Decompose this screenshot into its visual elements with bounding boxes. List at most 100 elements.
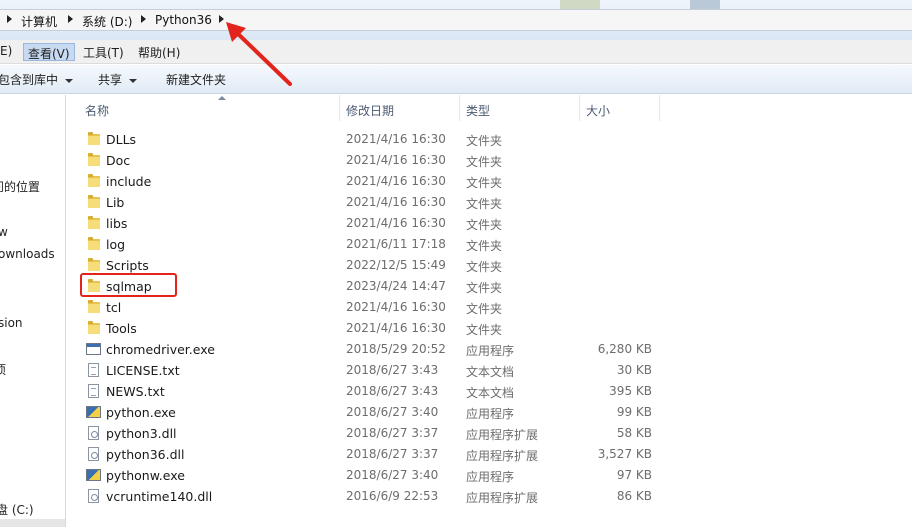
breadcrumb-python36[interactable]: Python36	[155, 13, 212, 27]
nav-item-w[interactable]: w	[0, 225, 8, 239]
file-date: 2021/4/16 16:30	[346, 174, 446, 188]
column-header-type[interactable]: 类型	[460, 95, 580, 121]
file-date: 2021/4/16 16:30	[346, 195, 446, 209]
file-row[interactable]: python.exe 2018/6/27 3:40 应用程序 99 KB	[80, 402, 670, 423]
file-date: 2021/6/11 17:18	[346, 237, 446, 251]
column-header-modified[interactable]: 修改日期	[340, 95, 460, 121]
file-date: 2021/4/16 16:30	[346, 153, 446, 167]
file-name: chromedriver.exe	[106, 342, 215, 357]
file-date: 2023/4/24 14:47	[346, 279, 446, 293]
chevron-right-icon[interactable]	[7, 15, 12, 23]
file-row[interactable]: LICENSE.txt 2018/6/27 3:43 文本文档 30 KB	[80, 360, 670, 381]
background-decoration	[560, 0, 600, 9]
file-size: 6,280 KB	[597, 342, 652, 356]
file-type: 文件夹	[466, 218, 503, 232]
navigation-pane[interactable]: 问的位置 w ownloads sion 项 盘 (C:)	[0, 95, 66, 527]
nav-item-downloads[interactable]: ownloads	[0, 247, 55, 261]
folder-icon	[86, 195, 101, 209]
file-row[interactable]: Tools 2021/4/16 16:30 文件夹	[80, 318, 670, 339]
dll-icon	[86, 489, 101, 503]
file-type: 应用程序扩展	[466, 491, 539, 505]
exe-icon	[86, 342, 101, 356]
file-name: vcruntime140.dll	[106, 489, 213, 504]
file-row[interactable]: chromedriver.exe 2018/5/29 20:52 应用程序 6,280…	[80, 339, 670, 360]
file-row[interactable]: python3.dll 2018/6/27 3:37 应用程序扩展 58 KB	[80, 423, 670, 444]
file-row[interactable]: libs 2021/4/16 16:30 文件夹	[80, 213, 670, 234]
file-date: 2018/6/27 3:37	[346, 447, 439, 461]
menu-edit[interactable]: E)	[0, 43, 16, 61]
sort-ascending-icon	[218, 96, 226, 100]
folder-icon	[86, 321, 101, 335]
background-decoration	[690, 0, 720, 9]
file-row[interactable]: Lib 2021/4/16 16:30 文件夹	[80, 192, 670, 213]
column-header-size[interactable]: 大小	[580, 95, 660, 121]
share-label: 共享	[98, 73, 123, 87]
chevron-down-icon	[129, 78, 138, 83]
file-row[interactable]: log 2021/6/11 17:18 文件夹	[80, 234, 670, 255]
file-row[interactable]: NEWS.txt 2018/6/27 3:43 文本文档 395 KB	[80, 381, 670, 402]
scrollbar[interactable]	[0, 519, 65, 527]
file-size: 3,527 KB	[597, 447, 652, 461]
file-date: 2018/6/27 3:37	[346, 426, 439, 440]
address-bar[interactable]: 计算机 系统 (D:) Python36	[0, 9, 912, 31]
file-row[interactable]: vcruntime140.dll 2016/6/9 22:53 应用程序扩展 86 K…	[80, 486, 670, 507]
file-type: 文件夹	[466, 302, 503, 316]
text-file-icon	[86, 384, 101, 398]
folder-icon	[86, 237, 101, 251]
share-button[interactable]: 共享	[98, 71, 138, 88]
nav-item-recent-places[interactable]: 问的位置	[0, 178, 40, 195]
command-toolbar: 包含到库中 共享 新建文件夹	[0, 65, 912, 94]
nav-item-version[interactable]: sion	[0, 316, 23, 330]
file-row[interactable]: pythonw.exe 2018/6/27 3:40 应用程序 97 KB	[80, 465, 670, 486]
file-type: 文件夹	[466, 197, 503, 211]
text-file-icon	[86, 363, 101, 377]
file-name: python36.dll	[106, 447, 185, 462]
file-list: 名称 修改日期 类型 大小 DLLs 2021/4/16 16:30 文件夹 Doc 2…	[66, 95, 912, 527]
file-type: 应用程序	[466, 344, 515, 358]
file-date: 2018/6/27 3:40	[346, 405, 439, 419]
file-date: 2018/6/27 3:43	[346, 384, 439, 398]
file-row[interactable]: python36.dll 2018/6/27 3:37 应用程序扩展 3,527 KB	[80, 444, 670, 465]
file-date: 2021/4/16 16:30	[346, 132, 446, 146]
folder-icon	[86, 132, 101, 146]
chevron-right-icon[interactable]	[141, 15, 146, 23]
file-row[interactable]: DLLs 2021/4/16 16:30 文件夹	[80, 129, 670, 150]
file-type: 应用程序扩展	[466, 449, 539, 463]
file-type: 文件夹	[466, 260, 503, 274]
breadcrumb-computer[interactable]: 计算机	[21, 13, 57, 30]
file-name: tcl	[106, 300, 122, 315]
file-type: 文本文档	[466, 386, 515, 400]
include-in-library-button[interactable]: 包含到库中	[0, 71, 74, 88]
folder-icon	[86, 174, 101, 188]
file-row[interactable]: include 2021/4/16 16:30 文件夹	[80, 171, 670, 192]
new-folder-button[interactable]: 新建文件夹	[166, 71, 226, 88]
nav-item-item[interactable]: 项	[0, 361, 6, 378]
menu-bar: E) 查看(V) 工具(T) 帮助(H)	[0, 40, 912, 64]
menu-help[interactable]: 帮助(H)	[134, 43, 184, 61]
arrow-annotation-icon	[226, 22, 292, 86]
file-name: python3.dll	[106, 426, 177, 441]
file-size: 99 KB	[616, 405, 652, 419]
file-name: python.exe	[106, 405, 176, 420]
nav-item-drive-c[interactable]: 盘 (C:)	[0, 501, 34, 518]
file-row[interactable]: tcl 2021/4/16 16:30 文件夹	[80, 297, 670, 318]
folder-icon	[86, 258, 101, 272]
file-size: 58 KB	[616, 426, 652, 440]
chevron-down-icon	[65, 78, 74, 83]
file-type: 文件夹	[466, 281, 503, 295]
highlight-annotation	[80, 273, 177, 297]
file-name: Lib	[106, 195, 125, 210]
chevron-right-icon[interactable]	[68, 15, 73, 23]
breadcrumb-drive-d[interactable]: 系统 (D:)	[82, 13, 132, 30]
column-header-name[interactable]: 名称	[79, 95, 340, 121]
file-row[interactable]: Doc 2021/4/16 16:30 文件夹	[80, 150, 670, 171]
file-size: 395 KB	[609, 384, 652, 398]
python-exe-icon	[86, 405, 101, 419]
file-size: 86 KB	[616, 489, 652, 503]
include-in-library-label: 包含到库中	[0, 73, 59, 87]
file-name: DLLs	[106, 132, 137, 147]
file-name: include	[106, 174, 152, 189]
menu-tools[interactable]: 工具(T)	[79, 43, 128, 61]
file-name: Tools	[106, 321, 137, 336]
menu-view[interactable]: 查看(V)	[23, 43, 75, 61]
